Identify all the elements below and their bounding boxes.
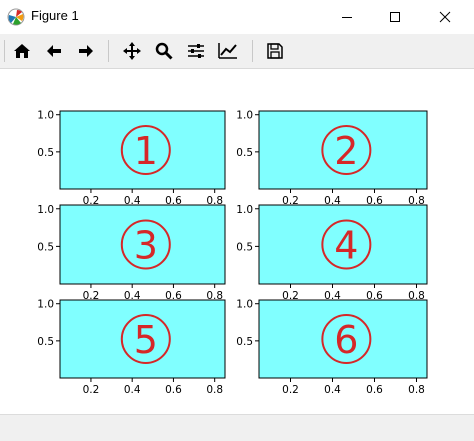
- minimize-icon: [342, 17, 352, 18]
- status-bar: [0, 414, 474, 441]
- x-tick-label: 0.4: [324, 384, 341, 396]
- maximize-button[interactable]: [372, 0, 418, 34]
- line-chart-icon: [218, 43, 237, 59]
- zoom-icon: [155, 42, 173, 60]
- save-button[interactable]: [263, 39, 287, 63]
- back-button[interactable]: [42, 39, 66, 63]
- x-tick-label: 0.8: [408, 384, 425, 396]
- toolbar-grip: [4, 40, 5, 62]
- figure-canvas[interactable]: 0.2 0.4 0.6 0.8 0.5 1.0 1 0.2 0.4 0.6 0.8 0.5 1.0 2 0.…: [0, 69, 474, 414]
- y-tick-label: 0.5: [236, 147, 253, 159]
- y-tick-label: 0.5: [236, 241, 253, 253]
- y-tick-label: 0.5: [37, 147, 54, 159]
- y-tick-label: 1.0: [236, 204, 253, 216]
- y-tick-label: 1.0: [236, 299, 253, 311]
- y-tick-label: 0.5: [37, 336, 54, 348]
- forward-button[interactable]: [74, 39, 98, 63]
- y-tick-label: 0.5: [37, 241, 54, 253]
- home-icon: [14, 44, 30, 58]
- subplots-button[interactable]: [184, 39, 208, 63]
- pan-button[interactable]: [120, 39, 144, 63]
- subplot-number-label: 1: [134, 129, 158, 173]
- y-tick-label: 1.0: [37, 204, 54, 216]
- x-tick-label: 0.6: [165, 384, 182, 396]
- home-button[interactable]: [10, 39, 34, 63]
- toolbar-separator: [252, 40, 253, 62]
- y-tick-label: 1.0: [236, 110, 253, 122]
- subplot-number-label: 6: [334, 318, 358, 362]
- window-title: Figure 1: [31, 8, 79, 23]
- y-tick-label: 0.5: [236, 336, 253, 348]
- x-tick-label: 0.2: [83, 384, 100, 396]
- zoom-button[interactable]: [152, 39, 176, 63]
- subplot-number-label: 3: [134, 224, 158, 268]
- arrow-left-icon: [47, 45, 61, 57]
- sliders-icon: [188, 44, 204, 58]
- navigation-toolbar: [0, 34, 474, 69]
- close-button[interactable]: [422, 0, 468, 34]
- y-tick-label: 1.0: [37, 299, 54, 311]
- x-tick-label: 0.2: [282, 384, 299, 396]
- subplot-number-label: 5: [134, 318, 158, 362]
- minimize-button[interactable]: [324, 0, 370, 34]
- y-tick-label: 1.0: [37, 110, 54, 122]
- subplots-figure: 0.2 0.4 0.6 0.8 0.5 1.0 1 0.2 0.4 0.6 0.8 0.5 1.0 2 0.…: [37, 110, 428, 396]
- close-icon: [439, 11, 451, 23]
- toolbar-separator: [108, 40, 109, 62]
- save-icon: [267, 43, 283, 59]
- move-icon: [123, 42, 141, 60]
- customize-button[interactable]: [216, 39, 240, 63]
- x-tick-label: 0.8: [206, 384, 223, 396]
- x-tick-label: 0.6: [366, 384, 383, 396]
- matplotlib-app-icon: [7, 8, 25, 26]
- maximize-icon: [390, 12, 400, 22]
- subplot-number-label: 4: [334, 224, 358, 268]
- x-tick-label: 0.4: [124, 384, 141, 396]
- arrow-right-icon: [79, 45, 93, 57]
- title-bar: Figure 1: [0, 0, 474, 34]
- subplot-number-label: 2: [334, 129, 358, 173]
